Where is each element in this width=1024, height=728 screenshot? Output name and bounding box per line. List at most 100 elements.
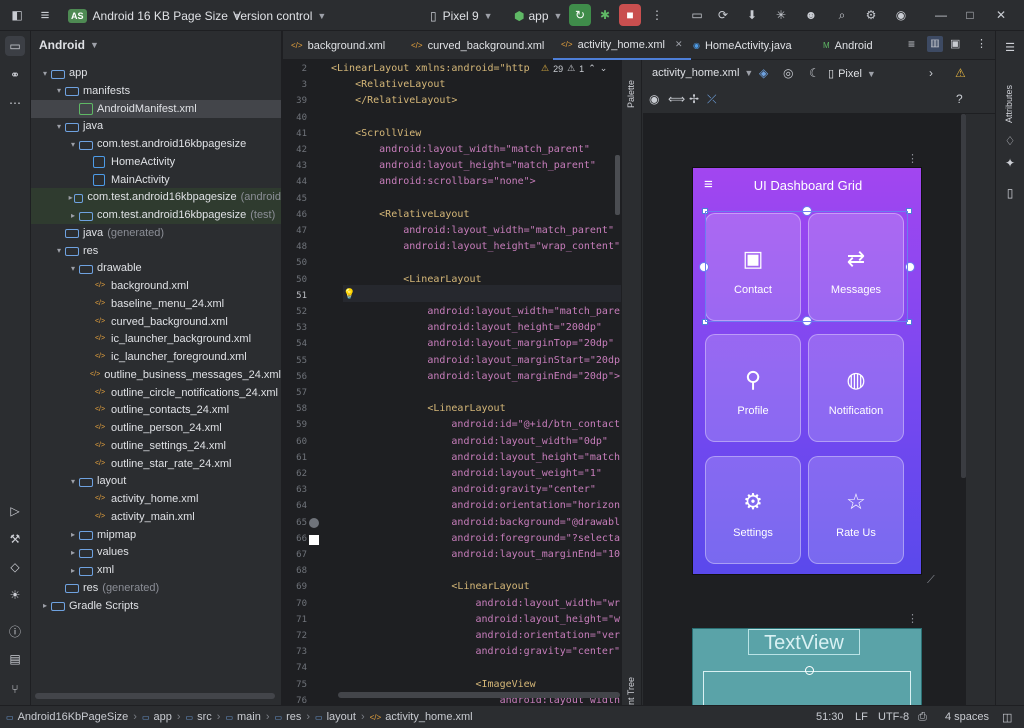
editor-scrollbar[interactable] [615,155,620,215]
project-selector[interactable]: AS Android 16 KB Page Size ▼ [68,5,242,26]
more-actions-icon[interactable]: ⋮ [646,4,668,26]
layout-file-selector[interactable]: activity_home.xml ▼ [652,67,753,79]
tree-item[interactable]: </> outline_settings_24.xml [31,437,281,455]
design-view-icon[interactable]: ▣ [950,37,960,50]
chevron-right-icon[interactable]: ▸ [67,211,79,220]
gemini-icon[interactable]: ✦ [1000,153,1020,173]
tree-item[interactable]: res (generated) [31,579,281,597]
resource-manager-icon[interactable]: ⚭ [5,65,25,85]
tree-item[interactable]: ▸ values [31,543,281,561]
tree-item[interactable]: </> curved_background.xml [31,313,281,331]
sdk-manager-icon[interactable]: ⬇ [741,4,763,26]
chevron-down-icon[interactable]: ▾ [67,264,79,273]
tree-item[interactable]: HomeActivity [31,153,281,171]
file-encoding[interactable]: UTF-8 [878,711,909,723]
tree-item[interactable]: </> baseline_menu_24.xml [31,295,281,313]
split-view-icon[interactable]: ▥ [927,36,943,52]
breadcrumb-item[interactable]: res [286,711,301,723]
card-settings[interactable]: ⚙ Settings [705,456,801,564]
tree-item[interactable]: ▾ drawable [31,259,281,277]
build-hammer-icon[interactable]: ⚒ [5,529,25,549]
readonly-lock-icon[interactable]: ⎙ [918,711,927,724]
git-icon[interactable]: ⑂ [5,679,25,699]
tree-item[interactable]: ▸ com.test.android16kbpagesize (test) [31,206,281,224]
breadcrumb-item[interactable]: src [197,711,212,723]
canvas-scrollbar[interactable] [961,114,966,478]
main-menu-icon[interactable]: ≡ [34,4,56,26]
tree-item[interactable]: </> outline_star_rate_24.xml [31,455,281,473]
close-icon[interactable]: ✕ [675,39,683,50]
tree-item[interactable]: ▾ java [31,117,281,135]
blueprint-preview[interactable]: TextView [692,628,922,709]
help-icon[interactable]: ? [956,92,963,106]
tree-item[interactable]: </> outline_contacts_24.xml [31,401,281,419]
chevron-right-icon[interactable]: ▸ [39,601,51,610]
design-mode-icon[interactable]: ◈ [759,66,768,80]
card-rate-us[interactable]: ☆ Rate Us [808,456,904,564]
tree-item[interactable]: </> outline_business_messages_24.xml [31,366,281,384]
tree-item[interactable]: ▸ com.test.android16kbpagesize (android [31,188,281,207]
tree-item[interactable]: AndroidManifest.xml [31,99,281,118]
tree-item[interactable]: ▸ Gradle Scripts [31,597,281,615]
tab-list-icon[interactable]: ≡ [908,37,915,51]
warning-icon[interactable]: ⚠ [955,66,966,80]
chevron-down-icon[interactable]: ▾ [53,86,65,95]
tree-item[interactable]: ▾ manifests [31,82,281,100]
chevron-right-icon[interactable]: ▸ [67,530,79,539]
tab-activity-home-xml[interactable]: </> activity_home.xml ✕ [553,31,691,60]
tab-android[interactable]: M Android [815,31,881,60]
breadcrumb-item[interactable]: app [154,711,172,723]
attributes-label[interactable]: Attributes [1004,85,1014,123]
minimize-button[interactable]: — [930,4,952,26]
tree-item[interactable]: </> background.xml [31,277,281,295]
tree-item[interactable]: ▾ res [31,242,281,260]
night-mode-icon[interactable]: ☾ [809,66,820,80]
problems-icon[interactable]: ⓘ [5,621,25,641]
breadcrumb-item[interactable]: main [237,711,261,723]
account-icon[interactable]: ◉ [890,4,912,26]
palette-label[interactable]: Palette [626,80,636,108]
gear-icon[interactable]: ⚙ [860,4,882,26]
chevron-down-icon[interactable]: ▾ [39,69,51,78]
run-icon[interactable]: ▷ [5,501,25,521]
tab-homeactivity-java[interactable]: ◉ HomeActivity.java [685,31,800,60]
chevron-down-icon[interactable]: ▾ [67,140,79,149]
frame-more-icon[interactable]: ⋮ [907,612,918,625]
more-tools-icon[interactable]: ⋯ [5,93,25,113]
run-config-selector[interactable]: ⬢ app ▼ [514,5,562,26]
tree-item[interactable]: ▾ app [31,64,281,82]
breadcrumb-item[interactable]: activity_home.xml [385,711,472,723]
vcs-selector[interactable]: Version control ▼ [233,5,326,26]
card-notification[interactable]: ◍ Notification [808,334,904,442]
rerun-button[interactable]: ↻ [569,4,591,26]
tree-item[interactable]: ▸ mipmap [31,526,281,544]
tab-background-xml[interactable]: </> background.xml [283,31,393,60]
assistant-icon[interactable]: ☻ [800,4,822,26]
device-selector[interactable]: ▯ Pixel 9 ▼ [430,5,493,26]
search-icon[interactable]: ⌕ [831,4,853,26]
ide-logo-icon[interactable]: ◧ [6,4,28,26]
maximize-button[interactable]: □ [959,4,981,26]
stop-button[interactable]: ■ [619,4,641,26]
tree-item[interactable]: ▾ com.test.android16kbpagesize [31,135,281,153]
gem-icon[interactable]: ◇ [5,557,25,577]
line-separator[interactable]: LF [855,711,868,723]
attributes-icon[interactable]: ☰ [1000,37,1020,57]
code-editor[interactable]: ⚠ 29 ⚠ 1 ⌃ ⌄ 2 <LinearLayout xmlns:androi… [283,60,621,705]
autoconnect-icon[interactable]: ✢ [689,92,699,106]
tab-curved-background-xml[interactable]: </> curved_background.xml [403,31,552,60]
editor-more-icon[interactable]: ⋮ [976,37,987,50]
tree-item[interactable]: </> activity_home.xml [31,490,281,508]
tree-item[interactable]: </> outline_person_24.xml [31,419,281,437]
chevron-down-icon[interactable]: ▾ [53,122,65,131]
bug-icon[interactable]: ✳ [770,4,792,26]
device-manager-icon[interactable]: ▭ [686,4,708,26]
tree-item[interactable]: </> ic_launcher_foreground.xml [31,348,281,366]
frame-more-icon[interactable]: ⋮ [907,152,918,165]
eye-icon[interactable]: ◉ [649,92,659,106]
tree-item[interactable]: java (generated) [31,224,281,242]
tree-item[interactable]: ▾ layout [31,472,281,490]
card-profile[interactable]: ⚲ Profile [705,334,801,442]
resize-handle-icon[interactable]: ⟋ [927,574,935,587]
notifications-bell-icon[interactable]: ♢ [1000,131,1020,151]
